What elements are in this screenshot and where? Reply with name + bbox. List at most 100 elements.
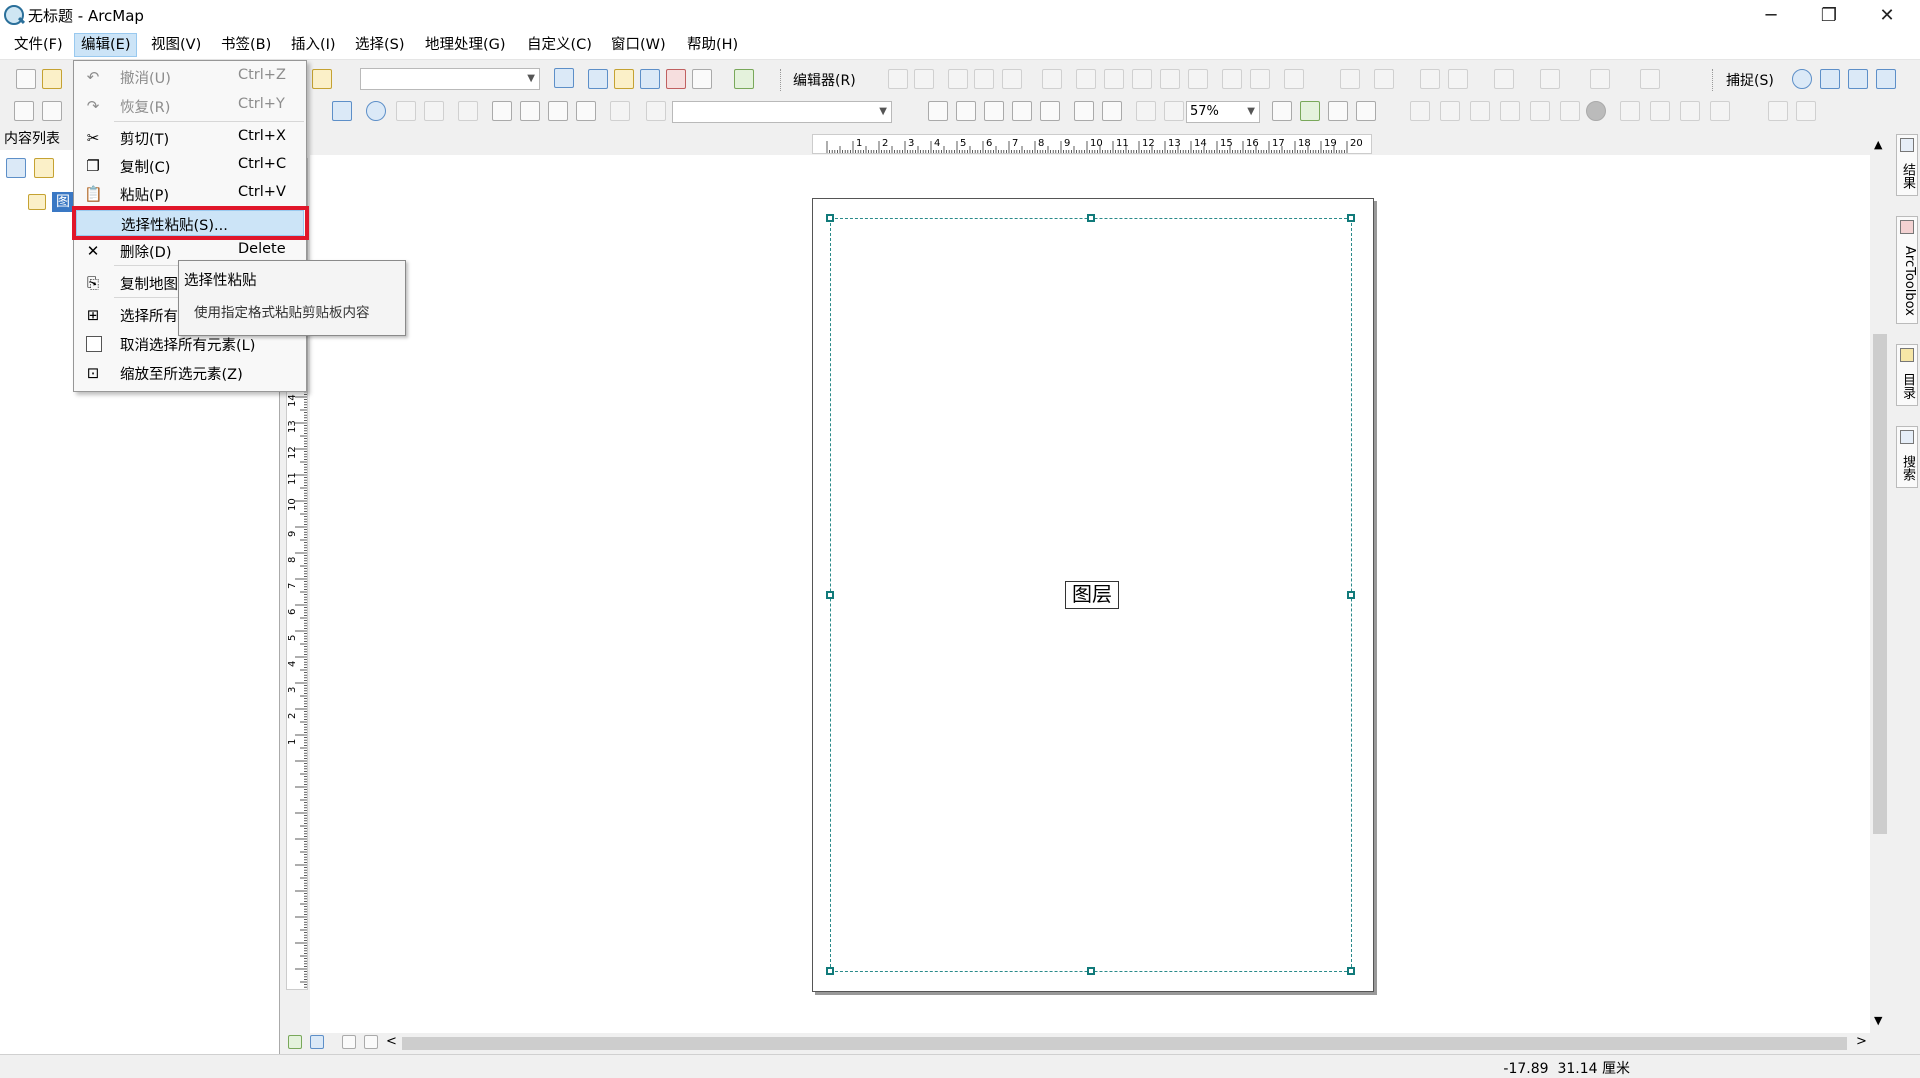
scale-combo[interactable]: ▼	[360, 68, 540, 90]
find-route-icon[interactable]	[520, 101, 540, 121]
search-window-icon[interactable]	[640, 69, 660, 89]
dock-tab-results[interactable]: 结果	[1896, 134, 1918, 196]
edit-tool-icon[interactable]	[888, 69, 908, 89]
list-by-drawing-order-icon[interactable]	[6, 158, 26, 178]
html-popup-icon[interactable]	[424, 101, 444, 121]
straight-segment-icon[interactable]	[948, 69, 968, 89]
validate-topology-icon[interactable]	[1494, 69, 1514, 89]
crosshair-icon[interactable]	[1500, 101, 1520, 121]
trace-icon[interactable]	[1002, 69, 1022, 89]
utility-icon[interactable]	[1650, 101, 1670, 121]
zoom-whole-page-icon[interactable]	[1012, 101, 1032, 121]
angle-icon[interactable]	[1530, 101, 1550, 121]
layers-item-label[interactable]: 图	[52, 192, 74, 212]
time-slider-icon[interactable]	[576, 101, 596, 121]
resize-handle-bl[interactable]	[826, 967, 834, 975]
menu-item-redo[interactable]: ↷ 恢复(R) Ctrl+Y	[76, 93, 304, 119]
menu-windows[interactable]: 窗口(W)	[605, 33, 672, 57]
menu-customize[interactable]: 自定义(C)	[521, 33, 598, 57]
menu-insert[interactable]: 插入(I)	[285, 33, 342, 57]
scroll-down-icon[interactable]: ▼	[1874, 1014, 1882, 1027]
cut-polygons-icon[interactable]	[1132, 69, 1152, 89]
polygon-icon[interactable]	[1796, 101, 1816, 121]
menu-item-undo[interactable]: ↶ 撤消(U) Ctrl+Z	[76, 64, 304, 90]
toc-window-icon[interactable]	[588, 69, 608, 89]
point-icon[interactable]	[1042, 69, 1062, 89]
network-icon[interactable]	[1620, 101, 1640, 121]
advanced-edit-icon[interactable]	[1640, 69, 1660, 89]
snapping-menu-button[interactable]: 捕捉(S)	[1726, 70, 1774, 90]
data-view-icon[interactable]	[288, 1035, 302, 1049]
python-window-icon[interactable]	[692, 69, 712, 89]
reshape-icon[interactable]	[1104, 69, 1124, 89]
grid-icon[interactable]	[1680, 101, 1700, 121]
error-inspector-icon[interactable]	[1590, 69, 1610, 89]
catalog-window-icon[interactable]	[614, 69, 634, 89]
edge-snapping-icon[interactable]	[1848, 69, 1868, 89]
vertical-line-icon[interactable]	[1470, 101, 1490, 121]
go-to-xy-icon[interactable]	[548, 101, 568, 121]
vertical-scroll-thumb[interactable]	[1873, 334, 1887, 834]
attributes-icon[interactable]	[1222, 69, 1242, 89]
change-layout-icon[interactable]	[1328, 101, 1348, 121]
create-viewer-icon[interactable]	[646, 101, 666, 121]
edit-annotation-icon[interactable]	[914, 69, 934, 89]
map-topology-icon[interactable]	[1374, 69, 1394, 89]
menu-geoprocessing[interactable]: 地理处理(G)	[419, 33, 512, 57]
hyperlink-icon[interactable]	[396, 101, 416, 121]
list-by-source-icon[interactable]	[34, 158, 54, 178]
menu-help[interactable]: 帮助(H)	[681, 33, 744, 57]
resize-handle-ml[interactable]	[826, 591, 834, 599]
layout-view-icon[interactable]	[310, 1035, 324, 1049]
layout-zoom-in-icon[interactable]	[928, 101, 948, 121]
globe-icon[interactable]	[1586, 101, 1606, 121]
create-features-icon[interactable]	[1284, 69, 1304, 89]
menu-view[interactable]: 视图(V)	[145, 33, 207, 57]
scroll-left-icon[interactable]: <	[386, 1034, 397, 1049]
vertical-scrollbar[interactable]: ▲ ▼	[1870, 134, 1890, 1032]
toggle-draft-mode-icon[interactable]	[1272, 101, 1292, 121]
menu-bookmarks[interactable]: 书签(B)	[215, 33, 277, 57]
layer-combo[interactable]: ▼	[672, 101, 892, 123]
zoom-out-icon[interactable]	[42, 101, 62, 121]
menu-item-copy[interactable]: ❐ 复制(C) Ctrl+C	[76, 153, 304, 179]
scroll-up-icon[interactable]: ▲	[1874, 138, 1882, 151]
menu-file[interactable]: 文件(F)	[8, 33, 69, 57]
minimize-button[interactable]: ─	[1742, 0, 1800, 30]
fix-topology-icon[interactable]	[1540, 69, 1560, 89]
editor-menu-button[interactable]: 编辑器(R)	[793, 70, 856, 90]
topology-icon[interactable]	[1340, 69, 1360, 89]
editor-toolbar-icon[interactable]	[554, 68, 574, 88]
resize-handle-bm[interactable]	[1087, 967, 1095, 975]
spark-icon[interactable]	[1560, 101, 1580, 121]
arctoolbox-icon[interactable]	[666, 69, 686, 89]
fixed-zoom-in-icon[interactable]	[1074, 101, 1094, 121]
menu-selection[interactable]: 选择(S)	[349, 33, 411, 57]
find-icon[interactable]	[492, 101, 512, 121]
edit-vertices-icon[interactable]	[1076, 69, 1096, 89]
menu-item-zoom-selected[interactable]: ⊡ 缩放至所选元素(Z)	[76, 360, 304, 386]
open-folder-icon[interactable]	[42, 69, 62, 89]
vertex-snapping-icon[interactable]	[1820, 69, 1840, 89]
menu-edit[interactable]: 编辑(E)	[74, 33, 138, 57]
layout-zoom-out-icon[interactable]	[956, 101, 976, 121]
end-snapping-icon[interactable]	[1876, 69, 1896, 89]
new-document-icon[interactable]	[16, 69, 36, 89]
topology-edit-icon[interactable]	[1420, 69, 1440, 89]
refresh-view-icon[interactable]	[342, 1035, 356, 1049]
zoom-percent-combo[interactable]: 57% ▼	[1186, 101, 1260, 123]
menu-item-paste[interactable]: 📋 粘贴(P) Ctrl+V	[76, 181, 304, 207]
rotate-icon[interactable]	[1188, 69, 1208, 89]
table-icon[interactable]	[1710, 101, 1730, 121]
data-driven-pages-icon[interactable]	[1356, 101, 1376, 121]
scroll-right-icon[interactable]: >	[1856, 1034, 1867, 1049]
resize-handle-tm[interactable]	[1087, 214, 1095, 222]
horizontal-scrollbar[interactable]: < >	[286, 1033, 1870, 1053]
forward-extent-icon[interactable]	[1164, 101, 1184, 121]
viewer-window-icon[interactable]	[610, 101, 630, 121]
resize-handle-tl[interactable]	[826, 214, 834, 222]
resize-handle-mr[interactable]	[1347, 591, 1355, 599]
show-shared-features-icon[interactable]	[1448, 69, 1468, 89]
menu-item-cut[interactable]: ✂ 剪切(T) Ctrl+X	[76, 125, 304, 151]
sketch-properties-icon[interactable]	[1250, 69, 1270, 89]
